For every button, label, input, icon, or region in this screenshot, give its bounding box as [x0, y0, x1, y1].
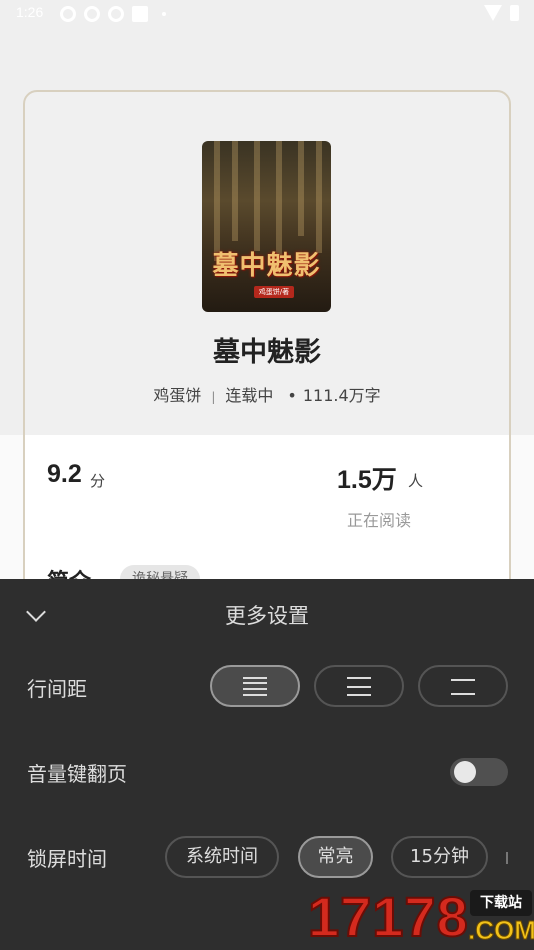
medium-spacing-icon: [347, 676, 371, 696]
book-author[interactable]: 鸡蛋饼: [153, 386, 201, 405]
more-options-indicator: [506, 852, 508, 864]
book-meta: 鸡蛋饼 | 连载中 • 111.4万字: [0, 382, 534, 406]
volume-key-toggle[interactable]: [450, 758, 508, 786]
reader-label: 正在阅读: [347, 511, 412, 530]
lock-option-system[interactable]: 系统时间: [165, 836, 279, 878]
meta-separator: |: [211, 390, 216, 404]
notification-icon: [108, 6, 124, 22]
book-score: 9.2: [47, 460, 82, 488]
background: [0, 435, 23, 595]
compact-spacing-icon: [243, 676, 267, 696]
toggle-knob: [454, 761, 476, 783]
watermark-site: .COM: [468, 915, 534, 946]
watermark-logo: 17178: [307, 884, 469, 949]
cover-title: 墓中魅影: [212, 251, 321, 281]
lock-option-always-on[interactable]: 常亮: [298, 836, 373, 878]
line-spacing-loose-button[interactable]: [418, 665, 508, 707]
volume-key-label: 音量键翻页: [27, 762, 127, 786]
reader-unit: 人: [408, 472, 424, 490]
book-word-count: 111.4万字: [302, 386, 381, 405]
lock-screen-label: 锁屏时间: [27, 847, 107, 871]
watermark-badge: 下载站: [470, 890, 532, 916]
status-bar: 1:26: [0, 0, 534, 28]
notification-icon: [132, 6, 148, 22]
loose-spacing-icon: [451, 676, 475, 696]
score-unit: 分: [90, 472, 106, 490]
lock-option-15min[interactable]: 15分钟: [391, 836, 488, 878]
meta-bullet: •: [287, 386, 297, 405]
status-time: 1:26: [16, 4, 44, 20]
more-notifications-icon: [162, 12, 166, 16]
notification-icon: [60, 6, 76, 22]
panel-title: 更多设置: [225, 604, 309, 628]
notification-icon: [84, 6, 100, 22]
line-spacing-medium-button[interactable]: [314, 665, 404, 707]
background: [511, 435, 534, 595]
book-title: 墓中魅影: [213, 337, 321, 368]
book-status: 连载中: [225, 386, 274, 405]
battery-icon: [510, 5, 519, 21]
book-cover[interactable]: 墓中魅影 鸡蛋饼/著: [202, 141, 331, 312]
reader-count: 1.5万: [337, 466, 397, 494]
cover-author: 鸡蛋饼/著: [254, 286, 294, 298]
line-spacing-label: 行间距: [27, 677, 87, 701]
line-spacing-compact-button[interactable]: [210, 665, 300, 707]
wifi-icon: [484, 5, 502, 21]
